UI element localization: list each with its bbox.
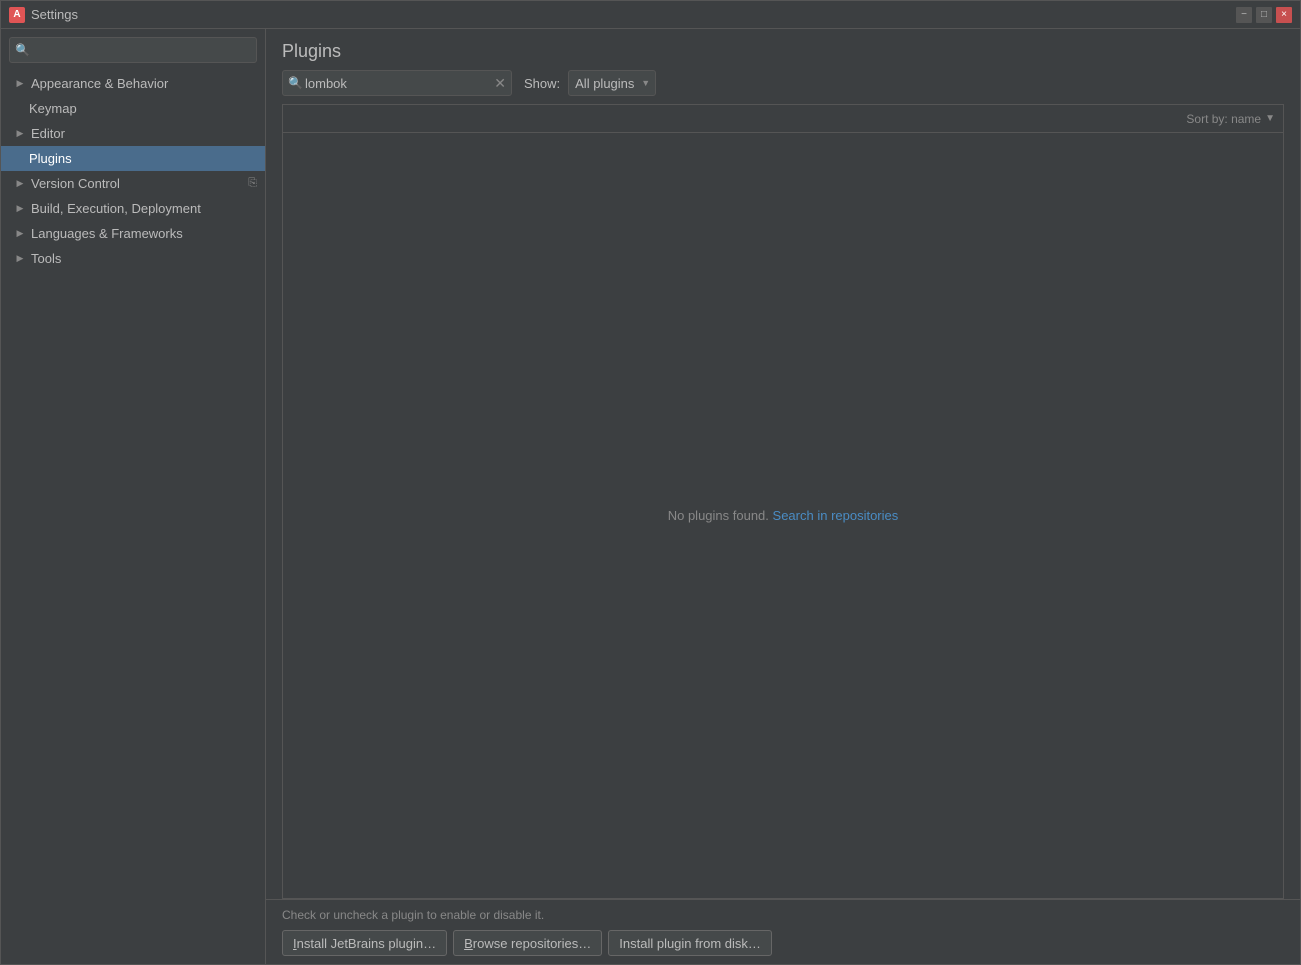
sidebar-item-tools-label: Tools [31, 251, 61, 266]
browse-repositories-button[interactable]: Browse repositories… [453, 930, 602, 956]
search-in-repositories-link[interactable]: Search in repositories [773, 508, 899, 523]
maximize-button[interactable]: □ [1256, 7, 1272, 23]
install-jetbrains-button[interactable]: Install JetBrains plugin… [282, 930, 447, 956]
sort-bar: Sort by: name ▼ [283, 105, 1283, 133]
show-label: Show: [524, 76, 560, 91]
sidebar-item-build-label: Build, Execution, Deployment [31, 201, 201, 216]
arrow-icon-vc: ▶ [13, 177, 27, 191]
plugin-search-input[interactable] [282, 70, 512, 96]
content-area: 🔍 ▶ Appearance & Behavior Keymap ▶ Edito… [1, 29, 1300, 964]
sidebar-item-keymap-label: Keymap [29, 101, 77, 116]
arrow-icon-lang: ▶ [13, 227, 27, 241]
sidebar-search-area: 🔍 [1, 29, 265, 71]
install-disk-label: Install plugin from disk… [619, 936, 761, 951]
browse-repos-label: Browse repositories… [464, 936, 591, 951]
show-select-wrapper: All plugins Enabled Disabled Bundled Cus… [568, 70, 656, 96]
sidebar-item-languages[interactable]: ▶ Languages & Frameworks [1, 221, 265, 246]
plugins-list-content: No plugins found. Search in repositories [283, 133, 1283, 898]
title-bar-controls: − □ × [1236, 7, 1292, 23]
minimize-button[interactable]: − [1236, 7, 1252, 23]
sidebar-item-editor-label: Editor [31, 126, 65, 141]
sidebar-nav: ▶ Appearance & Behavior Keymap ▶ Editor … [1, 71, 265, 964]
sort-arrow-icon: ▼ [1265, 113, 1275, 124]
footer-buttons: Install JetBrains plugin… Browse reposit… [282, 930, 1284, 956]
plugins-toolbar: 🔍 ✕ Show: All plugins Enabled Disabled B… [266, 70, 1300, 104]
plugins-list-area: Sort by: name ▼ No plugins found. Search… [282, 104, 1284, 899]
no-plugins-text: No plugins found. [668, 508, 769, 523]
page-title: Plugins [266, 29, 1300, 70]
main-content: Plugins 🔍 ✕ Show: All plugins Enabled Di… [266, 29, 1300, 964]
show-select[interactable]: All plugins Enabled Disabled Bundled Cus… [568, 70, 656, 96]
arrow-icon: ▶ [13, 77, 27, 91]
sidebar-item-plugins-label: Plugins [29, 151, 72, 166]
sidebar-item-tools[interactable]: ▶ Tools [1, 246, 265, 271]
close-button[interactable]: × [1276, 7, 1292, 23]
install-from-disk-button[interactable]: Install plugin from disk… [608, 930, 772, 956]
install-jetbrains-label: Install JetBrains plugin… [293, 936, 436, 951]
sidebar-item-languages-label: Languages & Frameworks [31, 226, 183, 241]
sidebar: 🔍 ▶ Appearance & Behavior Keymap ▶ Edito… [1, 29, 266, 964]
sidebar-item-appearance[interactable]: ▶ Appearance & Behavior [1, 71, 265, 96]
plugin-search-wrapper: 🔍 ✕ [282, 70, 512, 96]
sidebar-search-input[interactable] [9, 37, 257, 63]
arrow-icon-tools: ▶ [13, 252, 27, 266]
copy-icon: ⎘ [248, 177, 257, 190]
sidebar-item-build[interactable]: ▶ Build, Execution, Deployment [1, 196, 265, 221]
plugin-search-clear-icon[interactable]: ✕ [494, 76, 506, 90]
sidebar-search-wrapper: 🔍 [9, 37, 257, 63]
sort-label: Sort by: name [1186, 112, 1261, 126]
title-bar-text: Settings [31, 7, 1236, 22]
arrow-icon-build: ▶ [13, 202, 27, 216]
sidebar-item-editor[interactable]: ▶ Editor [1, 121, 265, 146]
app-icon: A [9, 7, 25, 23]
no-plugins-message: No plugins found. Search in repositories [668, 508, 899, 523]
sidebar-item-keymap[interactable]: Keymap [1, 96, 265, 121]
title-bar: A Settings − □ × [1, 1, 1300, 29]
sidebar-item-appearance-label: Appearance & Behavior [31, 76, 168, 91]
footer-note: Check or uncheck a plugin to enable or d… [282, 908, 1284, 922]
plugins-footer: Check or uncheck a plugin to enable or d… [266, 899, 1300, 964]
sidebar-search-icon: 🔍 [15, 43, 30, 57]
settings-window: A Settings − □ × 🔍 ▶ Appearance & Behavi… [0, 0, 1301, 965]
sidebar-item-version-control-label: Version Control [31, 176, 120, 191]
sidebar-item-plugins[interactable]: Plugins [1, 146, 265, 171]
sidebar-item-version-control[interactable]: ▶ Version Control ⎘ [1, 171, 265, 196]
plugin-search-icon: 🔍 [288, 76, 303, 90]
arrow-icon-editor: ▶ [13, 127, 27, 141]
